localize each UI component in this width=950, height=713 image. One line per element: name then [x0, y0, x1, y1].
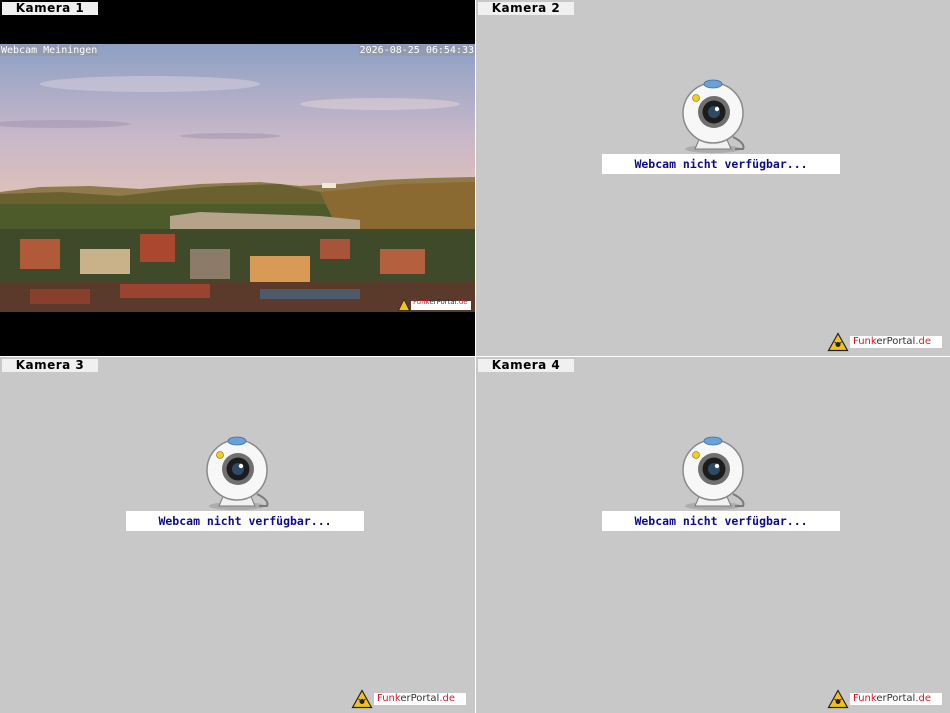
- brand-logo: FunkerPortal.de: [827, 689, 945, 709]
- camera-pane-4[interactable]: Kamera 4 Webcam nicht verfügbar... Funke…: [476, 357, 950, 713]
- camera-pane-3[interactable]: Kamera 3 Webcam nicht verfügbar... Funke…: [0, 357, 475, 713]
- brand-logo: FunkerPortal.de: [827, 332, 945, 352]
- webcam-location-overlay: Webcam Meiningen: [0, 45, 99, 56]
- tab-kamera-3[interactable]: Kamera 3: [2, 359, 98, 372]
- camera-pane-1[interactable]: Kamera 1 Webcam Meiningen 2026-08-25 06:…: [0, 0, 475, 356]
- webcam-icon: [205, 436, 273, 512]
- camera-pane-2[interactable]: Kamera 2 Webcam nicht verfügbar... Funke…: [476, 0, 950, 356]
- tab-kamera-4[interactable]: Kamera 4: [478, 359, 574, 372]
- tab-kamera-1[interactable]: Kamera 1: [2, 2, 98, 15]
- webcam-image: [0, 44, 475, 312]
- warning-triangle-icon: [827, 332, 849, 352]
- webcam-unavailable-message: Webcam nicht verfügbar...: [602, 154, 840, 174]
- webcam-icon: [681, 79, 749, 155]
- brand-logo: FunkerPortal.de: [351, 689, 469, 709]
- tab-kamera-2[interactable]: Kamera 2: [478, 2, 574, 15]
- webcam-unavailable-message: Webcam nicht verfügbar...: [602, 511, 840, 531]
- camera-grid: Kamera 1 Webcam Meiningen 2026-08-25 06:…: [0, 0, 950, 713]
- warning-triangle-icon: [351, 689, 373, 709]
- webcam-icon: [681, 436, 749, 512]
- webcam-unavailable-message: Webcam nicht verfügbar...: [126, 511, 364, 531]
- warning-triangle-icon: [827, 689, 849, 709]
- brand-logo-small: FunkerPortal.de: [397, 296, 472, 311]
- webcam-timestamp-overlay: 2026-08-25 06:54:33: [358, 45, 475, 56]
